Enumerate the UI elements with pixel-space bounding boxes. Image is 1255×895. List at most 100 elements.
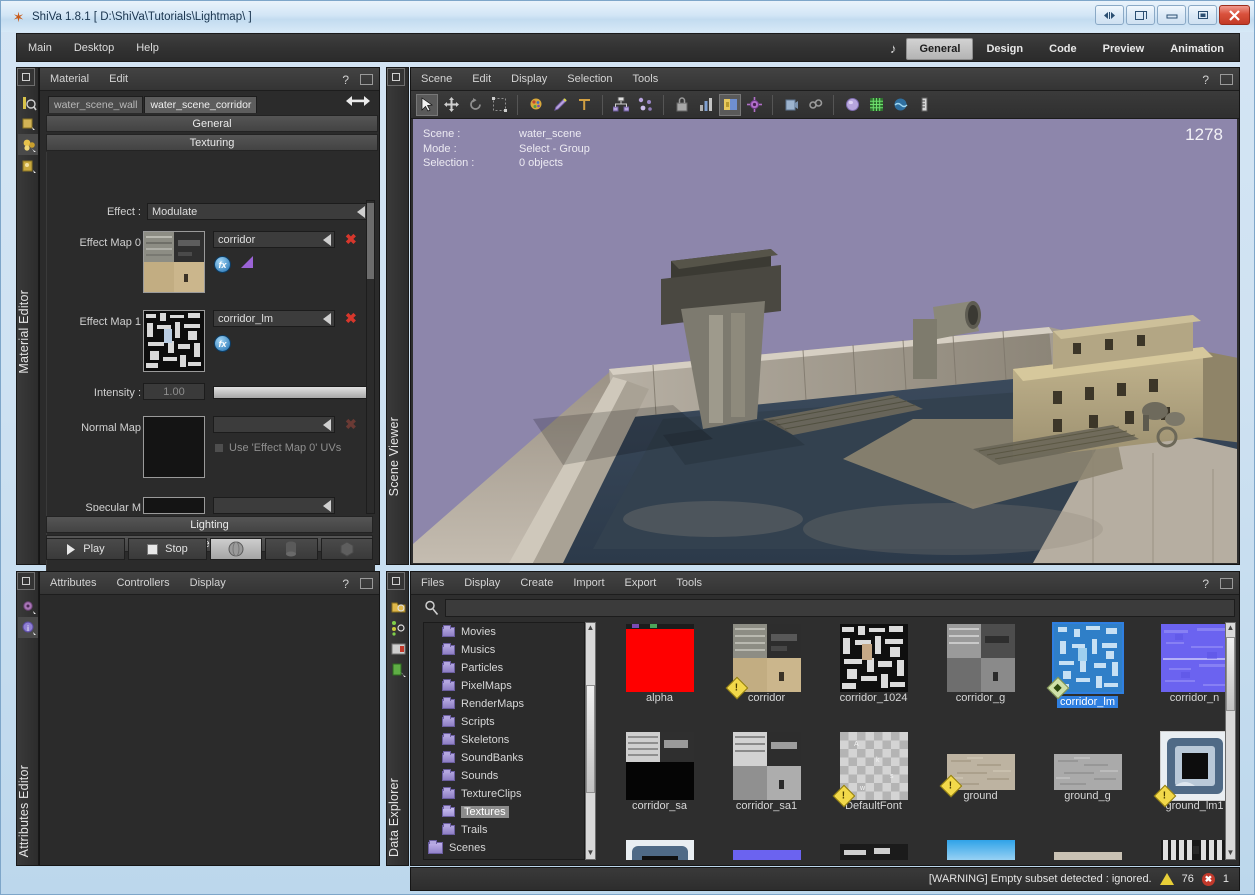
scene-maximize-icon[interactable]	[1220, 74, 1233, 85]
move-tool-icon[interactable]	[440, 94, 462, 116]
tab-preview[interactable]: Preview	[1090, 38, 1158, 60]
material-maximize-icon[interactable]	[360, 74, 373, 85]
asset-item-corridor-sa1[interactable]: corridor_sa1	[713, 732, 820, 812]
settings-gear-icon[interactable]	[743, 94, 765, 116]
asset-item-partial-1[interactable]	[606, 840, 713, 860]
data-filter-icon[interactable]	[388, 617, 408, 638]
asset-item-defaultfont[interactable]: Aksw ! DefaultFont	[820, 732, 927, 812]
menu-help[interactable]: Help	[125, 38, 170, 58]
specular-map-thumbnail[interactable]	[143, 497, 205, 514]
normal-map-thumbnail[interactable]	[143, 416, 205, 478]
music-note-icon[interactable]: ♪	[884, 41, 907, 56]
material-tab-water-scene-corridor[interactable]: water_scene_corridor	[144, 96, 258, 113]
effect-map-1-combo[interactable]: corridor_lm	[213, 310, 335, 327]
material-apply-icon[interactable]	[18, 113, 38, 134]
tree-item-scripts[interactable]: Scripts	[424, 713, 584, 731]
effect-map-0-fx-button[interactable]: fx	[214, 256, 231, 273]
export-menu[interactable]: Export	[615, 574, 667, 592]
tree-scrollbar[interactable]: ▲ ▼	[585, 622, 596, 860]
data-explorer-dock-button[interactable]	[387, 572, 405, 590]
tree-item-textures[interactable]: Textures	[424, 803, 584, 821]
material-edit-icon[interactable]	[18, 155, 38, 176]
material-edit-menu[interactable]: Edit	[99, 70, 138, 88]
files-menu[interactable]: Files	[411, 574, 454, 592]
scene-viewport[interactable]: Scene : water_scene Mode : Select - Grou…	[413, 119, 1237, 563]
attributes-help-icon[interactable]: ?	[342, 577, 349, 591]
material-tab-water-scene-wall[interactable]: water_scene_wall	[48, 96, 144, 113]
effect-map-1-thumbnail[interactable]	[143, 310, 205, 372]
scroll-up-icon[interactable]: ▲	[586, 623, 595, 634]
tab-design[interactable]: Design	[973, 38, 1036, 60]
camera-icon[interactable]	[780, 94, 802, 116]
intensity-value-field[interactable]: 1.00	[143, 383, 205, 400]
section-lighting[interactable]: Lighting	[46, 516, 373, 533]
scene-viewer-dock-button[interactable]	[387, 68, 405, 86]
tree-item-textureclips[interactable]: TextureClips	[424, 785, 584, 803]
material-browser-icon[interactable]	[18, 92, 38, 113]
asset-item-corridor-n[interactable]: corridor_n	[1141, 624, 1226, 704]
error-circle-icon[interactable]: ✖	[1201, 872, 1215, 886]
normal-map-combo[interactable]	[213, 416, 335, 433]
tree-item-movies[interactable]: Movies	[424, 623, 584, 641]
tab-scroll-arrows-icon[interactable]	[345, 95, 371, 107]
effect-map-0-thumbnail[interactable]	[143, 231, 205, 293]
material-editor-dock-label[interactable]: Material Editor	[17, 290, 38, 374]
asset-grid-scrollbar[interactable]: ▲ ▼	[1225, 622, 1236, 860]
import-menu[interactable]: Import	[563, 574, 614, 592]
restore-window-button[interactable]	[1126, 5, 1155, 25]
sphere-preview-icon[interactable]	[209, 538, 263, 560]
tree-item-soundbanks[interactable]: SoundBanks	[424, 749, 584, 767]
effect-map-0-remove-button[interactable]: ✖	[345, 232, 357, 246]
asset-item-partial-3[interactable]	[820, 844, 927, 860]
data-folder-tree[interactable]: Movies Musics Particles PixelMaps Render…	[423, 622, 585, 860]
scrollbar-thumb[interactable]	[1226, 637, 1235, 711]
tab-code[interactable]: Code	[1036, 38, 1090, 60]
attributes-editor-dock-button[interactable]	[17, 572, 35, 590]
tree-item-trails[interactable]: Trails	[424, 821, 584, 839]
use-effect-map-0-uvs-checkbox[interactable]	[214, 443, 224, 453]
material-help-icon[interactable]: ?	[342, 73, 349, 87]
asset-item-partial-4[interactable]	[927, 840, 1034, 860]
material-properties-scrollbar[interactable]	[366, 200, 375, 514]
warning-triangle-icon[interactable]	[1159, 873, 1174, 885]
asset-item-alpha[interactable]: alpha	[606, 624, 713, 704]
search-icon[interactable]	[424, 600, 439, 616]
play-button[interactable]: Play	[46, 538, 125, 560]
paint-tool-icon[interactable]	[525, 94, 547, 116]
data-tools-menu[interactable]: Tools	[666, 574, 712, 592]
asset-grid[interactable]: alpha ! corridor corridor_1024 corridor_…	[606, 622, 1226, 860]
scrollbar-thumb[interactable]	[586, 685, 595, 793]
link-icon[interactable]	[804, 94, 826, 116]
section-texturing[interactable]: Texturing	[46, 134, 378, 151]
minimize-button[interactable]	[1157, 5, 1186, 25]
scene-tools-menu[interactable]: Tools	[623, 70, 669, 88]
data-folder-icon[interactable]	[388, 596, 408, 617]
scene-viewer-dock-label[interactable]: Scene Viewer	[387, 417, 408, 496]
search-input[interactable]	[445, 599, 1235, 617]
asset-item-corridor-1024[interactable]: corridor_1024	[820, 624, 927, 704]
specular-map-combo[interactable]	[213, 497, 335, 514]
data-maximize-icon[interactable]	[1220, 578, 1233, 589]
tree-item-pixelmaps[interactable]: PixelMaps	[424, 677, 584, 695]
material-editor-dock-button[interactable]	[17, 68, 35, 86]
tree-item-particles[interactable]: Particles	[424, 659, 584, 677]
snap-icon[interactable]	[695, 94, 717, 116]
stop-button[interactable]: Stop	[127, 538, 207, 560]
material-list-icon[interactable]	[18, 134, 38, 155]
tree-item-sounds[interactable]: Sounds	[424, 767, 584, 785]
attributes-maximize-icon[interactable]	[360, 578, 373, 589]
scatter-icon[interactable]	[634, 94, 656, 116]
menu-desktop[interactable]: Desktop	[63, 38, 125, 58]
asset-item-corridor-g[interactable]: corridor_g	[927, 624, 1034, 704]
texture-view-icon[interactable]	[719, 93, 741, 116]
pivot-tool-icon[interactable]	[573, 94, 595, 116]
asset-item-partial-5[interactable]	[1034, 852, 1141, 860]
scene-help-icon[interactable]: ?	[1202, 73, 1209, 87]
hierarchy-icon[interactable]	[610, 94, 632, 116]
asset-item-corridor-sa[interactable]: corridor_sa	[606, 732, 713, 812]
asset-item-partial-2[interactable]	[713, 850, 820, 860]
tree-item-musics[interactable]: Musics	[424, 641, 584, 659]
ruler-icon[interactable]	[913, 94, 935, 116]
asset-item-partial-6[interactable]	[1141, 840, 1226, 860]
attributes-display-menu[interactable]: Display	[180, 574, 236, 592]
